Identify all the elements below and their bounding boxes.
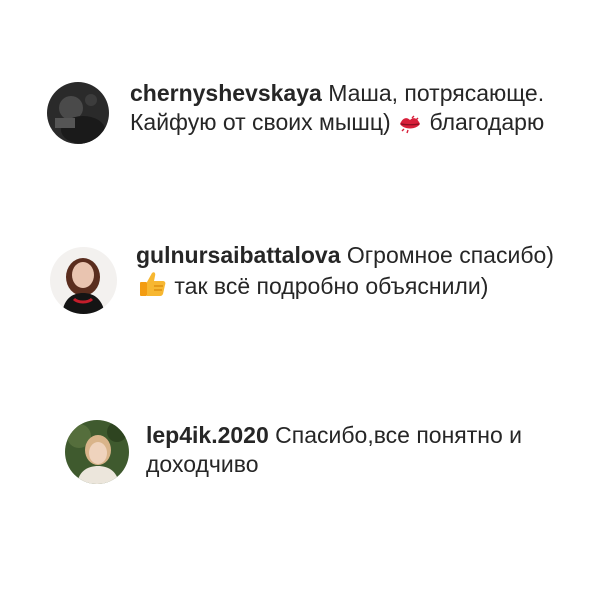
comment-body-continued: так всё подробно объяснили)	[174, 273, 489, 299]
kiss-lips-icon	[398, 112, 422, 141]
comment-username[interactable]: chernyshevskaya	[130, 80, 322, 106]
comment-text: chernyshevskaya Маша, потрясающе. Кайфую…	[130, 79, 570, 141]
avatar[interactable]	[50, 247, 117, 314]
comment-username[interactable]: gulnursaibattalova	[136, 242, 340, 268]
comment-username[interactable]: lep4ik.2020	[146, 422, 269, 448]
avatar[interactable]	[47, 82, 109, 144]
comment-text: lep4ik.2020 Спасибо,все понятно и доходч…	[146, 421, 576, 479]
avatar-image	[47, 82, 109, 144]
comment-body: Огромное спасибо)	[346, 242, 554, 268]
thumbs-up-icon	[137, 270, 167, 305]
avatar[interactable]	[65, 420, 129, 484]
avatar-image	[65, 420, 129, 484]
avatar-image	[50, 247, 117, 314]
comment-body-continued: благодарю	[429, 109, 545, 135]
comment-text: gulnursaibattalova Огромное спасибо) так…	[136, 241, 576, 305]
